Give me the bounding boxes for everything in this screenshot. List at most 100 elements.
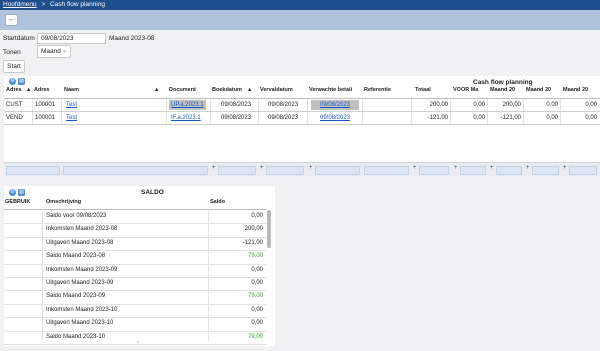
saldo-omschrijving: Uitgaven Maand 2023-10	[46, 320, 114, 327]
breadcrumb-home-link[interactable]: Hoofdmenu	[3, 1, 37, 8]
col-maand-2[interactable]: Maand 20	[526, 87, 554, 93]
chevron-down-icon: ⌄	[61, 48, 67, 54]
filter-input[interactable]	[532, 166, 559, 175]
row-maand-2: 0,00	[546, 115, 558, 121]
row-adres: 100001	[35, 102, 56, 108]
row-totaal: -121,00	[427, 115, 448, 121]
sort-arrow-icon[interactable]: ▲	[247, 87, 252, 93]
row-maand-1: 200,00	[502, 102, 521, 108]
show-select-value: Maand	[41, 48, 61, 55]
show-label: Tonen	[3, 49, 21, 56]
saldo-value: 200,00	[244, 226, 263, 233]
back-button[interactable]: ←	[5, 14, 18, 26]
add-filter-icon[interactable]: +	[490, 165, 494, 171]
saldo-omschrijving: Inkomsten Maand 2023-08	[46, 226, 118, 233]
saldo-value: 0,00	[251, 213, 263, 219]
resize-handle-icon[interactable]: ⌃	[136, 341, 140, 347]
col-verwachte-betaling[interactable]: Verwachte betali	[309, 87, 355, 93]
row-boekdatum: 09/08/2023	[221, 102, 252, 108]
saldo-omschrijving: Saldo Maand 2023-08	[46, 253, 106, 260]
col-boekdatum[interactable]: Boekdatum	[212, 87, 248, 93]
col-gebruik[interactable]: GEBRUIK	[5, 199, 45, 205]
add-filter-icon[interactable]: +	[309, 165, 313, 171]
saldo-value: 0,00	[251, 320, 263, 327]
saldo-value: 79,00	[247, 293, 263, 300]
filter-input[interactable]	[496, 166, 522, 175]
saldo-title: SALDO	[141, 189, 164, 196]
row-maand-2: 0,00	[546, 102, 558, 108]
filter-input[interactable]	[218, 166, 256, 175]
filter-input[interactable]	[419, 166, 449, 175]
start-button[interactable]: Start	[3, 60, 25, 73]
row-verwacht-link[interactable]: 09/08/2023	[311, 100, 359, 110]
sort-arrow-icon[interactable]: ▲	[26, 87, 31, 93]
col-referentie[interactable]: Referentie	[364, 87, 404, 93]
row-divider	[4, 124, 600, 125]
add-filter-icon[interactable]: +	[454, 165, 458, 171]
filter-input[interactable]	[364, 166, 409, 175]
row-adres: 100001	[35, 115, 56, 121]
add-filter-icon[interactable]: +	[260, 165, 264, 171]
export-icon[interactable]: ▤	[18, 189, 25, 196]
export-icon[interactable]: ▤	[18, 78, 25, 85]
saldo-omschrijving: Inkomsten Maand 2023-09	[46, 266, 118, 273]
column-divider	[42, 209, 43, 341]
back-arrow-icon: ←	[8, 16, 15, 23]
gear-icon[interactable]: ⚙	[9, 189, 16, 196]
saldo-omschrijving: Saldo voor 09/08/2023	[46, 213, 107, 219]
filter-input[interactable]	[569, 166, 597, 175]
start-date-label: Startdatum	[3, 35, 35, 42]
filter-input[interactable]	[460, 166, 486, 175]
row-divider	[4, 111, 600, 112]
row-vervaldatum: 09/08/2023	[268, 102, 299, 108]
row-maand-3: 0,00	[585, 102, 597, 108]
header-divider	[4, 209, 267, 210]
row-naam-link[interactable]: Test	[66, 100, 96, 110]
row-naam-link[interactable]: Test	[66, 113, 96, 123]
row-voor: 0,00	[473, 115, 485, 121]
add-filter-icon[interactable]: +	[563, 165, 567, 171]
sort-arrow-icon[interactable]: ▲	[154, 87, 159, 93]
col-voor-maand[interactable]: VOOR Ma	[453, 87, 484, 93]
saldo-value: 0,00	[251, 266, 263, 273]
saldo-value: 79,00	[247, 333, 263, 340]
col-document[interactable]: Document	[169, 87, 209, 93]
filter-input[interactable]	[63, 166, 208, 175]
saldo-omschrijving: Uitgaven Maand 2023-09	[46, 280, 114, 286]
filter-input[interactable]	[315, 166, 360, 175]
scrollbar[interactable]	[267, 210, 271, 248]
saldo-toolbar: ⚙ ▤	[9, 189, 25, 196]
row-maand-3: 0,00	[585, 115, 597, 121]
row-type: VEND	[6, 115, 23, 121]
filter-input[interactable]	[266, 166, 304, 175]
gear-icon[interactable]: ⚙	[9, 78, 16, 85]
row-document-link[interactable]: UP.a.2023.1	[169, 100, 206, 110]
show-select[interactable]: Maand ⌄	[37, 45, 71, 58]
row-voor: 0,00	[473, 102, 485, 108]
breadcrumb-current: Cash flow planning	[50, 1, 105, 8]
saldo-value: -121,00	[242, 239, 263, 246]
toolbar: ←	[0, 10, 600, 30]
col-maand-1[interactable]: Maand 20	[490, 87, 518, 93]
start-date-input[interactable]: 09/08/2023	[37, 33, 106, 44]
col-vervaldatum[interactable]: Vervaldatum	[260, 87, 306, 93]
row-maand-1: -121,00	[500, 115, 521, 121]
filter-input[interactable]	[6, 166, 60, 175]
col-maand-3[interactable]: Maand 20	[563, 87, 593, 93]
row-document-link[interactable]: IF.a.2023.1	[171, 113, 208, 123]
add-filter-icon[interactable]: +	[212, 165, 216, 171]
col-adres-2[interactable]: Adres	[34, 87, 58, 93]
header-divider	[4, 98, 600, 99]
col-saldo[interactable]: Saldo	[210, 199, 250, 205]
period-text: Maand 2023-08	[109, 35, 155, 42]
col-naam[interactable]: Naam	[64, 87, 124, 93]
cashflow-toolbar: ⚙ ▤	[9, 78, 25, 85]
col-totaal[interactable]: Totaal	[415, 87, 447, 93]
add-filter-icon[interactable]: +	[413, 165, 417, 171]
saldo-omschrijving: Uitgaven Maand 2023-08	[46, 239, 114, 246]
row-type: CUST	[6, 102, 23, 108]
add-filter-icon[interactable]: +	[526, 165, 530, 171]
row-verwacht-link[interactable]: 09/08/2023	[311, 113, 359, 123]
col-omschrijving[interactable]: Omschrijving	[46, 199, 116, 205]
breadcrumb-separator: >	[41, 1, 46, 8]
